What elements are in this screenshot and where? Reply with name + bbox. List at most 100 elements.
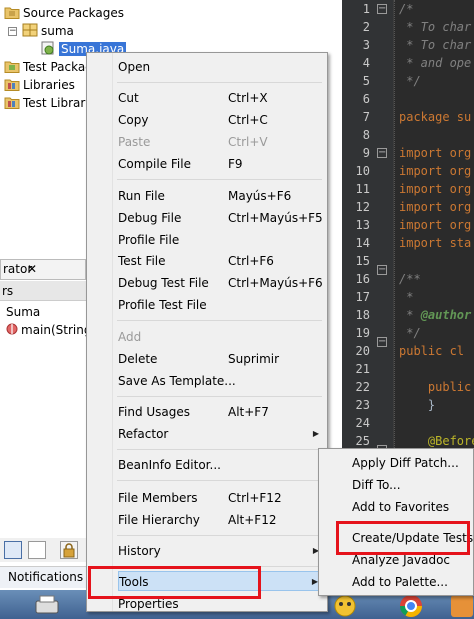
submenu-item-apply-diff-patch[interactable]: Apply Diff Patch... [352,453,459,473]
line-number: 10 [355,164,370,178]
menu-item-open[interactable]: Open [118,57,323,77]
menu-item-shortcut: Ctrl+F12 [228,491,282,505]
highlight-box-tools [88,566,261,599]
app-icon[interactable] [448,592,474,619]
line-number: 19 [355,326,370,340]
context-menu: Open Cut Ctrl+X Copy Ctrl+C Paste Ctrl+V Co… [86,52,328,612]
menu-item-find-usages[interactable]: Find Usages Alt+F7 [118,402,323,422]
line-number: 1 [362,2,370,16]
submenu-item-add-to-palette[interactable]: Add to Palette... [352,572,448,592]
menu-item-label: BeanInfo Editor... [118,458,221,472]
menu-separator [117,535,322,536]
menu-item-profile-file[interactable]: Profile File [118,230,323,250]
app-icon[interactable] [328,592,362,619]
menu-item-refactor[interactable]: Refactor ▶ [118,424,323,444]
line-number: 2 [362,20,370,34]
tree-item-label: Libraries [23,78,75,92]
line-number: 8 [362,128,370,142]
printer-icon[interactable] [30,592,64,619]
line-number: 9 [362,146,370,160]
menu-item-label: File Members [118,491,198,505]
menu-item-label: Compile File [118,157,191,171]
submenu-item-label: Diff To... [352,478,401,492]
menu-item-compile-file[interactable]: Compile File F9 [118,154,323,174]
line-number: 5 [362,74,370,88]
code-line: import org [399,182,472,196]
code-line: import sta [399,236,472,250]
navigator-tab[interactable]: rator ✕ [0,259,86,280]
line-number: 7 [362,110,370,124]
fold-toggle-icon[interactable]: − [377,148,387,158]
menu-separator [117,396,322,397]
menu-item-file-members[interactable]: File Members Ctrl+F12 [118,488,323,508]
line-number: 11 [355,182,370,196]
line-number: 4 [362,56,370,70]
notifications-tab[interactable]: Notifications [0,566,86,588]
menu-item-delete[interactable]: Delete Suprimir [118,349,323,369]
collapse-toggle-icon[interactable]: − [8,27,17,36]
menu-item-label: Paste [118,135,151,149]
menu-item-label: Add [118,330,142,344]
navigator-item-class[interactable]: Suma [6,303,40,321]
tree-item-libraries[interactable]: Libraries [4,76,75,94]
menu-item-shortcut: Mayús+F6 [228,189,292,203]
filter-button[interactable] [28,541,46,559]
menu-item-copy[interactable]: Copy Ctrl+C [118,110,323,130]
menu-item-label: Debug Test File [118,276,209,290]
menu-item-run-file[interactable]: Run File Mayús+F6 [118,186,323,206]
filter-button[interactable] [4,541,22,559]
menu-item-paste: Paste Ctrl+V [118,132,323,152]
line-number: 23 [355,398,370,412]
package-icon [22,23,38,37]
code-line: } [399,398,436,412]
menu-item-cut[interactable]: Cut Ctrl+X [118,88,323,108]
submenu-item-diff-to[interactable]: Diff To... [352,475,401,495]
menu-item-profile-test-file[interactable]: Profile Test File [118,295,323,315]
tree-item-suma-package[interactable]: suma [22,22,74,40]
menu-item-shortcut: Ctrl+Mayús+F5 [228,211,323,225]
line-number: 22 [355,380,370,394]
library-icon [4,95,20,109]
code-line: */ [399,74,421,88]
submenu-item-label: Analyze Javadoc [352,553,451,567]
highlight-box-create-update-tests [336,521,470,555]
menu-item-debug-test-file[interactable]: Debug Test File Ctrl+Mayús+F6 [118,273,323,293]
menu-item-label: File Hierarchy [118,513,200,527]
code-line: public cl [399,344,465,358]
lock-icon[interactable] [60,541,78,559]
menu-item-test-file[interactable]: Test File Ctrl+F6 [118,251,323,271]
code-line: * [399,290,414,304]
submenu-item-label: Apply Diff Patch... [352,456,459,470]
code-line: public [399,380,472,394]
navigator-item-label: Suma [6,305,41,319]
code-line: package su [399,110,472,124]
code-line: * To char [399,38,472,52]
line-number: 15 [355,254,370,268]
menu-item-label: Run File [118,189,165,203]
chrome-icon[interactable] [394,592,428,619]
tree-item-source-packages[interactable]: Source Packages [4,4,124,22]
menu-item-shortcut: Ctrl+Mayús+F6 [228,276,323,290]
fold-toggle-icon[interactable]: − [377,337,387,347]
menu-item-file-hierarchy[interactable]: File Hierarchy Alt+F12 [118,510,323,530]
code-line: import org [399,200,472,214]
submenu-item-add-to-favorites[interactable]: Add to Favorites [352,497,449,517]
menu-separator [117,320,322,321]
menu-item-history[interactable]: History ▶ [118,541,323,561]
line-number: 17 [355,290,370,304]
code-line: /** [399,272,421,286]
menu-item-label: Open [118,60,151,74]
close-icon[interactable]: ✕ [27,260,37,279]
tree-item-label: suma [41,24,74,38]
menu-item-shortcut: F9 [228,157,243,171]
line-number: 18 [355,308,370,322]
fold-toggle-icon[interactable]: − [377,4,387,14]
menu-item-label: Debug File [118,211,182,225]
navigator-header: rs [0,281,86,301]
menu-item-save-as-template[interactable]: Save As Template... [118,371,323,391]
menu-item-beaninfo-editor[interactable]: BeanInfo Editor... [118,455,323,475]
submenu-arrow-icon: ▶ [312,429,319,438]
fold-toggle-icon[interactable]: − [377,265,387,275]
menu-separator [117,449,322,450]
menu-item-debug-file[interactable]: Debug File Ctrl+Mayús+F5 [118,208,323,228]
